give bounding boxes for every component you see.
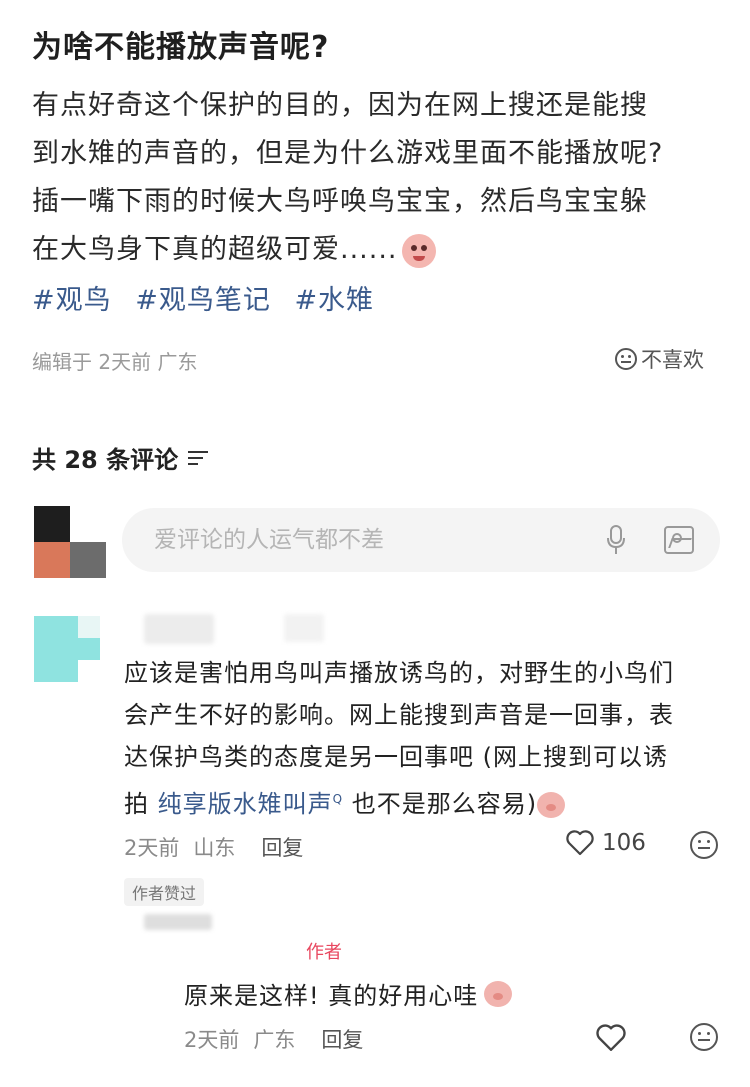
pig-emoji-icon [537, 792, 566, 818]
reply-location: 广东 [253, 1028, 296, 1052]
post-body-line-last: 在大鸟身下真的超级可爱...... [32, 226, 722, 274]
reply-button[interactable]: 回复 [261, 832, 303, 862]
post-body-text: 在大鸟身下真的超级可爱...... [32, 234, 398, 265]
search-link-icon: Q [332, 792, 344, 806]
comment-input[interactable] [154, 524, 574, 556]
face-icon[interactable] [690, 1023, 718, 1051]
post-body-line: 有点好奇这个保护的目的，因为在网上搜还是能搜 [32, 90, 648, 121]
author-badge: 作者 [306, 942, 342, 963]
comment-text-suffix: 也不是那么容易) [351, 790, 538, 818]
avatar-blurred[interactable] [144, 914, 212, 930]
avatar [34, 506, 106, 578]
comment-line: 会产生不好的影响。网上能搜到声音是一回事，表 [124, 701, 674, 729]
like-button[interactable]: 106 [566, 830, 646, 856]
comment-location: 山东 [193, 836, 236, 860]
face-icon[interactable] [690, 831, 718, 859]
comment-text: 应该是害怕用鸟叫声播放诱鸟的，对野生的小鸟们 会产生不好的影响。网上能搜到声音是… [124, 652, 714, 825]
smile-icon [615, 348, 637, 370]
comment-time: 2天前 [124, 836, 180, 860]
search-link[interactable]: 纯享版水雉叫声Q [158, 790, 343, 818]
heart-icon[interactable] [596, 1024, 626, 1052]
comment-line: 达保护鸟类的态度是另一回事吧 (网上搜到可以诱 [124, 743, 668, 771]
comment-line-last: 拍 纯享版水雉叫声Q 也不是那么容易) [124, 778, 714, 825]
reply-text-content: 原来是这样! 真的好用心哇 [184, 982, 479, 1010]
comment-count: 共 28 条评论 [32, 446, 179, 474]
tag-list: #观鸟 #观鸟笔记 #水雉 [32, 278, 388, 317]
image-icon[interactable] [664, 526, 694, 554]
avatar[interactable] [34, 616, 100, 682]
dislike-label: 不喜欢 [641, 348, 704, 372]
reply-meta: 2天前 广东 回复 [184, 1024, 363, 1054]
post-title: 为啥不能播放声音呢? [32, 30, 330, 65]
cute-face-emoji-icon [401, 233, 436, 268]
reply-button[interactable]: 回复 [321, 1024, 363, 1054]
filter-icon[interactable] [188, 450, 210, 465]
reply-time: 2天前 [184, 1028, 240, 1052]
pig-emoji-icon [484, 980, 513, 1007]
comment-input-bar[interactable] [122, 508, 720, 572]
author-liked-badge: 作者赞过 [124, 878, 205, 906]
post-meta: 编辑于 2天前 广东 [32, 350, 198, 374]
post-body: 有点好奇这个保护的目的，因为在网上搜还是能搜 到水雉的声音的，但是为什么游戏里面… [32, 82, 722, 274]
search-link-label: 纯享版水雉叫声 [157, 790, 333, 818]
user-info-blurred [284, 614, 324, 642]
tag-link[interactable]: #水雉 [294, 285, 374, 316]
post-body-line: 到水雉的声音的，但是为什么游戏里面不能播放呢? [32, 138, 664, 169]
comment-meta: 2天前 山东 回复 [124, 832, 303, 862]
like-count: 106 [602, 830, 646, 856]
comment-line: 应该是害怕用鸟叫声播放诱鸟的，对野生的小鸟们 [124, 659, 674, 687]
tag-link[interactable]: #观鸟笔记 [135, 285, 271, 316]
tag-link[interactable]: #观鸟 [32, 285, 112, 316]
heart-icon [566, 830, 594, 856]
mic-icon[interactable] [606, 525, 626, 555]
comment-count-header: 共 28 条评论 [32, 440, 210, 475]
username-blurred[interactable] [144, 614, 214, 644]
post-body-line: 插一嘴下雨的时候大鸟呼唤鸟宝宝，然后鸟宝宝躲 [32, 186, 648, 217]
comment-text-prefix: 拍 [124, 790, 149, 818]
dislike-button[interactable]: 不喜欢 [615, 344, 704, 374]
reply-text: 原来是这样! 真的好用心哇 [184, 976, 513, 1011]
